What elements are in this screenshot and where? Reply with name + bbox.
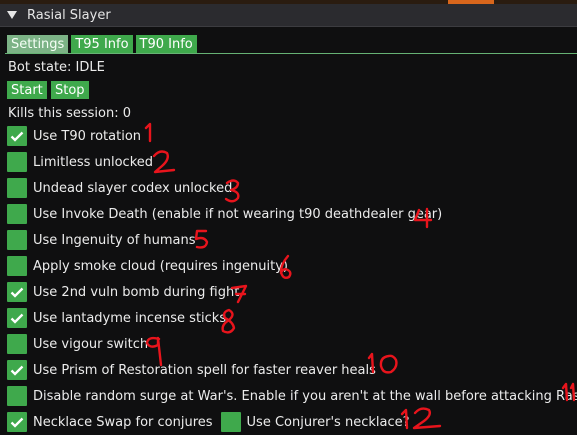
annotation-number-1 xyxy=(144,122,152,143)
annotation-number-7 xyxy=(230,284,248,304)
annotation-number-10 xyxy=(367,352,398,374)
annotation-number-9 xyxy=(145,336,163,367)
handwritten-annotations xyxy=(144,122,576,430)
annotation-number-11 xyxy=(561,382,576,402)
annotation-number-4 xyxy=(413,207,433,229)
annotation-number-2 xyxy=(152,150,176,174)
annotation-number-6 xyxy=(279,254,292,280)
annotation-number-3 xyxy=(224,179,240,203)
annotation-number-5 xyxy=(194,229,209,249)
annotation-number-12 xyxy=(400,407,442,430)
annotation-number-8 xyxy=(221,308,236,334)
